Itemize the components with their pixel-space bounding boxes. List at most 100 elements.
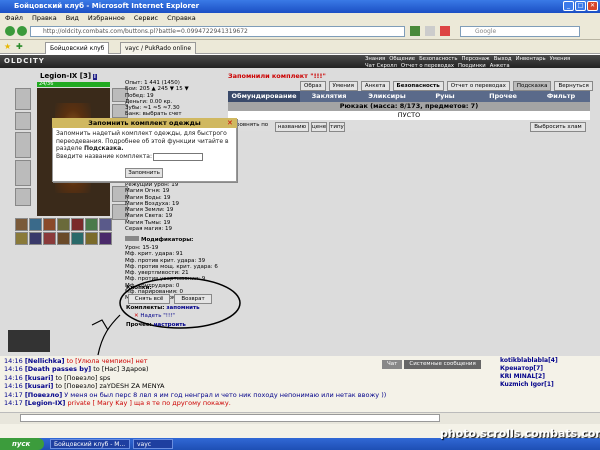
chat-line: 14:17 [Повезло] У меня он был перс 8 лвл…: [4, 390, 387, 399]
stop-icon[interactable]: [440, 26, 450, 36]
mods-header[interactable]: Модификаторы:: [125, 236, 193, 243]
stat-battles: Бои: 205 ▲ 245 ▼ 15 ▼: [125, 86, 189, 93]
spell-slot[interactable]: [43, 232, 56, 245]
chat-input[interactable]: [20, 414, 440, 422]
spell-slot[interactable]: [43, 218, 56, 231]
taskbar-item-vayc[interactable]: vayc: [133, 439, 173, 449]
spell-slots: [15, 218, 112, 231]
spell-slot[interactable]: [57, 218, 70, 231]
chat-line: 14:16 [kusari] to [Повезло] sps: [4, 373, 111, 382]
tab-label: vayc / PukRado online: [125, 45, 192, 52]
profile-button[interactable]: Анкета: [360, 81, 390, 91]
close-icon[interactable]: ✕: [587, 1, 598, 11]
nav-security[interactable]: Безопасность: [419, 56, 457, 62]
hint-link[interactable]: Подсказка.: [84, 145, 124, 152]
menu-view[interactable]: Вид: [66, 13, 79, 23]
stat-line: Магия Воды: 19: [125, 194, 171, 201]
user-item[interactable]: Kuzmich Igor[1]: [500, 381, 558, 389]
back-button[interactable]: Вернуться: [554, 81, 593, 91]
nav-communication[interactable]: Общение: [389, 56, 415, 62]
user-item[interactable]: KRI MINAL[2]: [500, 373, 558, 381]
nav-exit[interactable]: Выход: [494, 56, 512, 62]
spell-slot[interactable]: [57, 232, 70, 245]
saved-kit-message: Запомнили комплект "!!!": [228, 72, 326, 80]
nav-character[interactable]: Персонаж: [461, 56, 489, 62]
menu-favorites[interactable]: Избранное: [88, 13, 125, 23]
undress-all-button[interactable]: Снять всё: [128, 294, 170, 304]
transfer-report-button[interactable]: Отчет о переводах: [446, 81, 510, 91]
wear-kit-link[interactable]: ✕ Надеть "!!!": [134, 313, 175, 319]
dialog-close-icon[interactable]: ✕: [227, 119, 233, 127]
favorites-star-icon[interactable]: ★: [4, 42, 11, 51]
forward-icon[interactable]: [17, 26, 27, 36]
start-button[interactable]: пуск: [0, 438, 44, 450]
tab-filter[interactable]: Фильтр: [532, 91, 590, 102]
menu-edit[interactable]: Правка: [32, 13, 57, 23]
sort-by-price[interactable]: цене: [311, 122, 327, 132]
security-button[interactable]: Безопасность: [392, 81, 444, 91]
magic-stats: Режущий урон: 19 Магия Огня: 19 Магия Во…: [125, 182, 179, 232]
kits-header: Комплекты: запомнить: [126, 305, 200, 311]
settings-link[interactable]: настроить: [154, 322, 186, 328]
tab-other[interactable]: Прочее: [474, 91, 532, 102]
discard-junk-button[interactable]: Выбросить хлам: [530, 122, 586, 132]
sort-by-type[interactable]: типу: [329, 122, 345, 132]
slot-armor[interactable]: [15, 160, 31, 186]
nav-skills[interactable]: Умения: [550, 56, 571, 62]
search-input[interactable]: Google: [460, 26, 580, 37]
spell-slot[interactable]: [71, 232, 84, 245]
menu-file[interactable]: Файл: [5, 13, 23, 23]
nav-knowledge[interactable]: Знания: [365, 56, 385, 62]
maximize-icon[interactable]: □: [575, 1, 586, 11]
other-header: Прочее: настроить: [126, 322, 186, 328]
spell-slot[interactable]: [71, 218, 84, 231]
spell-slot[interactable]: [29, 232, 42, 245]
taskbar-item-combats[interactable]: Бойцовский клуб - M...: [50, 439, 130, 449]
sort-label: ровнять по: [236, 122, 269, 128]
user-item[interactable]: Кренатор[7]: [500, 365, 558, 373]
address-field[interactable]: http://oldcity.combats.com/buttons.pl?ba…: [30, 26, 405, 37]
remember-button[interactable]: Запомнить: [125, 168, 163, 178]
sort-by-name[interactable]: названию: [275, 122, 309, 132]
remember-kit-link[interactable]: запомнить: [166, 305, 199, 311]
skills-button[interactable]: Умения: [328, 81, 358, 91]
spell-slot[interactable]: [15, 232, 28, 245]
refresh-icon[interactable]: [425, 26, 435, 36]
tab-equipment[interactable]: Обмундирование: [228, 91, 300, 102]
menu-help[interactable]: Справка: [167, 13, 196, 23]
return-button[interactable]: Возврат: [174, 294, 212, 304]
character-stats: Опыт: 1 441 (1450) Бои: 205 ▲ 245 ▼ 15 ▼…: [125, 80, 189, 111]
user-item[interactable]: kotikblablabla[4]: [500, 357, 558, 365]
spell-slot[interactable]: [15, 218, 28, 231]
slot-helmet[interactable]: [15, 88, 31, 110]
spell-slot[interactable]: [85, 218, 98, 231]
menu-tools[interactable]: Сервис: [134, 13, 158, 23]
spell-slot[interactable]: [99, 218, 112, 231]
minimize-icon[interactable]: _: [563, 1, 574, 11]
browser-tab-vayc[interactable]: vayc / PukRado online: [120, 42, 197, 54]
bank-link[interactable]: Банк: выбрать счет: [125, 111, 182, 117]
chat-line: 14:16 [kusari] to [Повезло] zaYDESH ZA M…: [4, 382, 165, 391]
dialog-title: Запомнить комплект одежды: [52, 118, 237, 128]
slot-belt[interactable]: [15, 188, 31, 206]
hint-button[interactable]: Подсказка: [512, 81, 552, 91]
kit-name-input[interactable]: [153, 153, 203, 161]
tab-runes[interactable]: Руны: [416, 91, 474, 102]
chat-line: 14:16 [Death passes by] to [Нас] Здаров): [4, 365, 149, 374]
spell-slot[interactable]: [99, 232, 112, 245]
slot-weapon[interactable]: [15, 132, 31, 158]
stat-line: Серая магия: 19: [125, 226, 173, 233]
nav-inventory[interactable]: Инвентарь: [516, 56, 546, 62]
add-favorite-icon[interactable]: ✚: [16, 42, 23, 51]
go-icon[interactable]: [410, 26, 420, 36]
browser-tab-combats[interactable]: Бойцовский клуб: [45, 42, 110, 54]
slot-bracer[interactable]: [15, 112, 31, 130]
appearance-button[interactable]: Образ: [300, 81, 326, 91]
backpack-header: Рюкзак (масса: 8/173, предметов: 7): [228, 102, 590, 111]
back-icon[interactable]: [5, 26, 15, 36]
spell-slot[interactable]: [29, 218, 42, 231]
tab-elixirs[interactable]: Эликсиры: [358, 91, 416, 102]
spell-slot[interactable]: [85, 232, 98, 245]
tab-spells[interactable]: Заклятия: [300, 91, 358, 102]
mod-line: Мф. против крит. удара: 39: [125, 257, 206, 264]
